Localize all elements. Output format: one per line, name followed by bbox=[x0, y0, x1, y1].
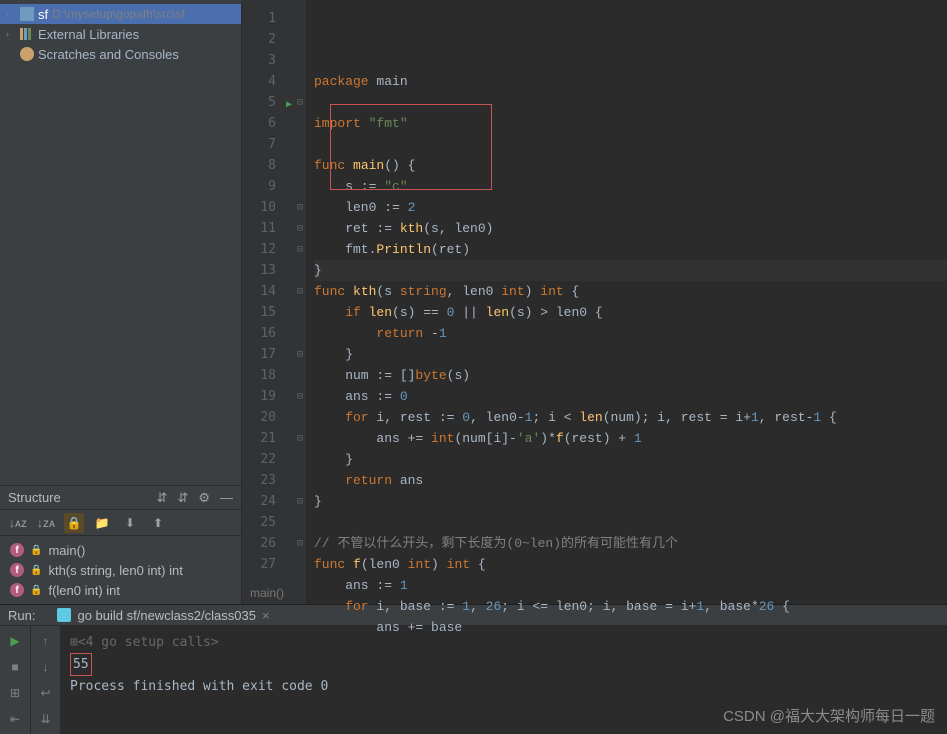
structure-toolbar: ↓ᴀᴢ ↓ᴢᴀ 🔒 📁 ⬇ ⬆ bbox=[0, 510, 241, 536]
code-content[interactable]: package mainimport "fmt"func main() { s … bbox=[306, 0, 947, 604]
sort-alpha-icon[interactable]: ↓ᴀᴢ bbox=[8, 513, 28, 533]
run-tab[interactable]: go build sf/newclass2/class035 × bbox=[51, 606, 275, 625]
lock-icon: 🔒 bbox=[30, 545, 42, 556]
up-icon[interactable]: ↑ bbox=[35, 630, 57, 652]
structure-item-label: kth(s string, len0 int) int bbox=[48, 563, 182, 578]
show-fields-icon[interactable]: 🔒 bbox=[64, 513, 84, 533]
structure-panel: Structure ⇵ ⇵ ⚙ — ↓ᴀᴢ ↓ᴢᴀ 🔒 📁 ⬇ ⬆ f 🔒 main… bbox=[0, 485, 241, 604]
autoscroll-source-icon[interactable]: ⬇ bbox=[120, 513, 140, 533]
project-tree[interactable]: › sf D:\mysetup\gopath\src\sf › External… bbox=[0, 0, 241, 485]
structure-item[interactable]: f 🔒 kth(s string, len0 int) int bbox=[0, 560, 241, 580]
lock-icon: 🔒 bbox=[30, 565, 42, 576]
structure-header: Structure ⇵ ⇵ ⚙ — bbox=[0, 486, 241, 510]
run-toolbar: ▶ ■ ⊞ ⇤ bbox=[0, 626, 30, 734]
structure-item[interactable]: f 🔒 main() bbox=[0, 540, 241, 560]
settings-gear-icon[interactable]: ⚙ bbox=[198, 490, 210, 506]
minimize-icon[interactable]: — bbox=[220, 490, 233, 506]
scratches-consoles[interactable]: Scratches and Consoles bbox=[0, 44, 241, 64]
structure-item-label: main() bbox=[48, 543, 85, 558]
layout-icon[interactable]: ⊞ bbox=[4, 682, 26, 704]
folder-icon bbox=[20, 7, 34, 21]
code-editor[interactable]: 1234567891011121314151617181920212223242… bbox=[242, 0, 947, 604]
structure-item-label: f(len0 int) int bbox=[48, 583, 120, 598]
watermark: CSDN @福大大架构师每日一题 bbox=[723, 705, 935, 726]
sort-visibility-icon[interactable]: ↓ᴢᴀ bbox=[36, 513, 56, 533]
exit-message: Process finished with exit code 0 bbox=[70, 676, 937, 697]
stop-icon[interactable]: ■ bbox=[4, 656, 26, 678]
function-icon: f bbox=[10, 583, 24, 597]
project-root[interactable]: › sf D:\mysetup\gopath\src\sf bbox=[0, 4, 241, 24]
scratches-label: Scratches and Consoles bbox=[38, 47, 179, 62]
run-sidebar: ↑ ↓ ↩ ⇊ bbox=[30, 626, 60, 734]
close-icon[interactable]: × bbox=[262, 608, 270, 623]
scroll-end-icon[interactable]: ⇊ bbox=[35, 708, 57, 730]
chevron-right-icon[interactable]: › bbox=[6, 9, 16, 19]
structure-item[interactable]: f 🔒 f(len0 int) int bbox=[0, 580, 241, 600]
line-gutter[interactable]: 1234567891011121314151617181920212223242… bbox=[242, 0, 294, 604]
project-root-label: sf bbox=[38, 7, 48, 22]
down-icon[interactable]: ↓ bbox=[35, 656, 57, 678]
cursor-context: main() bbox=[250, 586, 284, 600]
left-panel: › sf D:\mysetup\gopath\src\sf › External… bbox=[0, 0, 242, 604]
collapse-icon[interactable]: ⇵ bbox=[177, 490, 188, 506]
rerun-icon[interactable]: ▶ bbox=[4, 630, 26, 652]
chevron-right-icon[interactable]: › bbox=[6, 29, 16, 39]
run-label: Run: bbox=[8, 608, 35, 623]
external-libraries[interactable]: › External Libraries bbox=[0, 24, 241, 44]
show-folder-icon[interactable]: 📁 bbox=[92, 513, 112, 533]
structure-items: f🔒main()f🔒kth(s string, len0 int) intf🔒f… bbox=[0, 536, 241, 604]
library-icon bbox=[20, 28, 34, 40]
soft-wrap-icon[interactable]: ↩ bbox=[35, 682, 57, 704]
setup-calls: <4 go setup calls> bbox=[78, 635, 219, 650]
function-icon: f bbox=[10, 563, 24, 577]
run-tab-label: go build sf/newclass2/class035 bbox=[77, 608, 256, 623]
autoscroll-from-icon[interactable]: ⬆ bbox=[148, 513, 168, 533]
project-root-path: D:\mysetup\gopath\src\sf bbox=[52, 7, 185, 21]
fold-column[interactable]: ⊟⊟⊟⊟⊟⊟⊟⊟⊟⊟ bbox=[294, 0, 306, 604]
scratches-icon bbox=[20, 47, 34, 61]
go-icon bbox=[57, 608, 71, 622]
expand-icon[interactable]: ⇵ bbox=[157, 490, 168, 506]
structure-title: Structure bbox=[8, 490, 61, 505]
exit-icon[interactable]: ⇤ bbox=[4, 708, 26, 730]
lock-icon: 🔒 bbox=[30, 585, 42, 596]
output-value: 55 bbox=[70, 653, 92, 676]
external-libs-label: External Libraries bbox=[38, 27, 139, 42]
function-icon: f bbox=[10, 543, 24, 557]
